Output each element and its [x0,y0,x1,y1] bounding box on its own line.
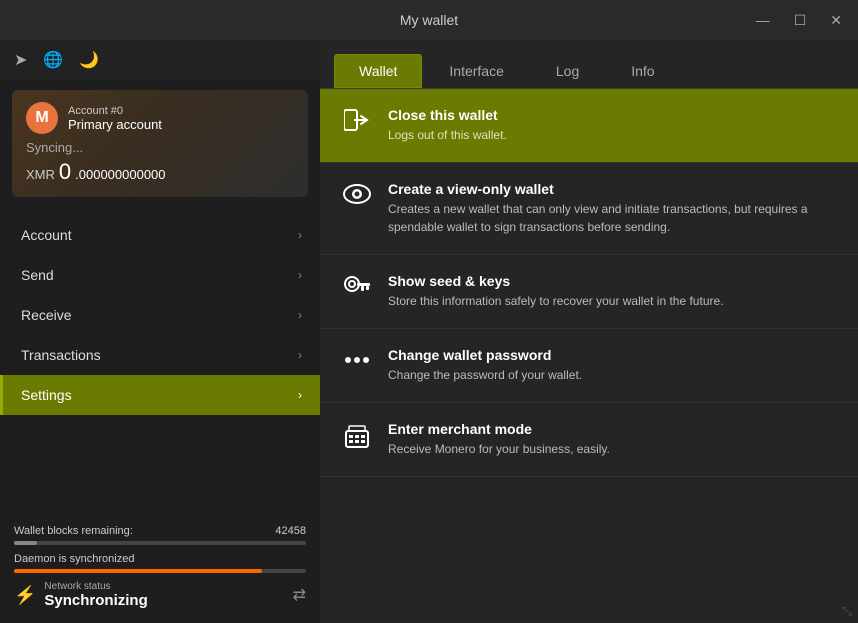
register-icon [342,423,372,455]
settings-content: Close this wallet Logs out of this walle… [320,89,858,623]
blocks-value: 42458 [275,525,306,537]
eye-icon [342,183,372,211]
view-only-title: Create a view-only wallet [388,181,836,197]
balance-row: XMR 0 .000000000000 [26,159,294,185]
view-only-wallet-item[interactable]: Create a view-only wallet Creates a new … [320,163,858,255]
close-wallet-title: Close this wallet [388,107,507,123]
sidebar-item-settings[interactable]: Settings › [0,375,320,415]
right-panel: Wallet Interface Log Info Close this wal… [320,40,858,623]
sidebar-item-account[interactable]: Account › [0,215,320,255]
sidebar-item-receive[interactable]: Receive › [0,295,320,335]
account-card-header: M Account #0 Primary account [26,102,294,134]
chevron-right-icon: › [298,268,302,282]
sidebar-footer: Wallet blocks remaining: 42458 Daemon is… [0,515,320,623]
tabs-bar: Wallet Interface Log Info [320,40,858,89]
tab-log[interactable]: Log [531,54,604,88]
change-password-item[interactable]: Change wallet password Change the passwo… [320,329,858,403]
blocks-progress-bar-bg [14,541,306,545]
syncing-text: Syncing... [26,140,294,155]
network-status-label: Network status [44,581,147,592]
close-wallet-desc: Logs out of this wallet. [388,126,507,144]
main-layout: ➤ 🌐 🌙 M Account #0 Primary account Synci… [0,40,858,623]
change-password-title: Change wallet password [388,347,582,363]
shuffle-icon[interactable]: ⇄ [293,585,306,605]
tab-info[interactable]: Info [606,54,679,88]
merchant-mode-title: Enter merchant mode [388,421,610,437]
blocks-label: Wallet blocks remaining: [14,525,133,537]
balance-whole: 0 [59,159,71,185]
account-name: Primary account [68,117,162,132]
exit-icon [342,109,372,137]
moon-icon[interactable]: 🌙 [79,50,99,70]
seed-keys-title: Show seed & keys [388,273,724,289]
nav-items: Account › Send › Receive › Transactions … [0,207,320,515]
merchant-mode-desc: Receive Monero for your business, easily… [388,440,610,458]
balance-currency: XMR [26,167,55,182]
forward-icon[interactable]: ➤ [14,50,27,70]
maximize-button[interactable]: ☐ [788,10,813,31]
resize-handle[interactable]: ⤡ [842,604,852,619]
account-number: Account #0 [68,105,162,117]
key-icon [342,275,372,303]
network-left: ⚡ Network status Synchronizing [14,581,148,609]
network-status-value: Synchronizing [44,592,147,609]
lightning-icon: ⚡ [14,585,36,606]
title-bar: My wallet — ☐ ✕ [0,0,858,40]
monero-logo: M [26,102,58,134]
daemon-progress-bar-fill [14,569,262,573]
change-password-desc: Change the password of your wallet. [388,366,582,384]
close-wallet-item[interactable]: Close this wallet Logs out of this walle… [320,89,858,163]
sidebar-item-transactions[interactable]: Transactions › [0,335,320,375]
window-title: My wallet [400,12,458,28]
balance-decimal: .000000000000 [75,167,165,182]
network-row: ⚡ Network status Synchronizing ⇄ [14,581,306,609]
daemon-text: Daemon is synchronized [14,553,306,565]
window-controls: — ☐ ✕ [750,10,848,31]
sidebar-top-bar: ➤ 🌐 🌙 [0,40,320,80]
chevron-right-icon: › [298,388,302,402]
tab-wallet[interactable]: Wallet [334,54,422,88]
dots-icon [342,349,372,377]
account-card: M Account #0 Primary account Syncing... … [12,90,308,197]
minimize-button[interactable]: — [750,10,776,30]
tab-interface[interactable]: Interface [424,54,528,88]
sidebar-item-send[interactable]: Send › [0,255,320,295]
daemon-progress-bar-bg [14,569,306,573]
chevron-right-icon: › [298,228,302,242]
blocks-row: Wallet blocks remaining: 42458 [14,525,306,537]
merchant-mode-item[interactable]: Enter merchant mode Receive Monero for y… [320,403,858,477]
globe-icon[interactable]: 🌐 [43,50,63,70]
chevron-right-icon: › [298,308,302,322]
seed-keys-desc: Store this information safely to recover… [388,292,724,310]
view-only-desc: Creates a new wallet that can only view … [388,200,836,236]
blocks-progress-bar-fill [14,541,37,545]
sidebar: ➤ 🌐 🌙 M Account #0 Primary account Synci… [0,40,320,623]
chevron-right-icon: › [298,348,302,362]
seed-keys-item[interactable]: Show seed & keys Store this information … [320,255,858,329]
close-button[interactable]: ✕ [824,10,848,31]
